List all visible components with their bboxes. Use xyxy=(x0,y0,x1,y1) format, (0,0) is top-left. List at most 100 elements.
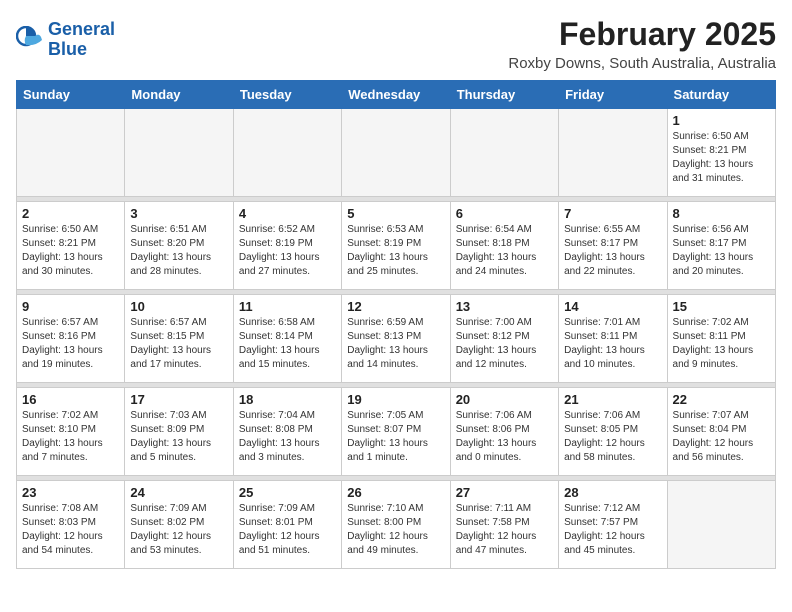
calendar-cell: 16 Sunrise: 7:02 AM Sunset: 8:10 PM Dayli… xyxy=(17,388,125,476)
calendar-cell: 17Sunrise: 7:03 AM Sunset: 8:09 PM Dayli… xyxy=(125,388,233,476)
weekday-header-friday: Friday xyxy=(559,81,667,109)
logo: General Blue xyxy=(16,20,115,60)
week-row-5: 23Sunrise: 7:08 AM Sunset: 8:03 PM Dayli… xyxy=(17,481,776,569)
calendar-cell: 18 Sunrise: 7:04 AM Sunset: 8:08 PM Dayli… xyxy=(233,388,341,476)
day-number: 15 xyxy=(673,299,770,314)
day-number: 6 xyxy=(456,206,553,221)
title-area: February 2025 Roxby Downs, South Austral… xyxy=(508,16,776,72)
calendar-cell: 1 Sunrise: 6:50 AM Sunset: 8:21 PM Daylig… xyxy=(667,109,775,197)
calendar-cell: 27Sunrise: 7:11 AM Sunset: 7:58 PM Dayli… xyxy=(450,481,558,569)
day-info: Sunrise: 7:02 AM Sunset: 8:11 PM Dayligh… xyxy=(673,316,770,372)
calendar-cell: 3 Sunrise: 6:51 AM Sunset: 8:20 PM Daylig… xyxy=(125,202,233,290)
day-info: Sunrise: 6:59 AM Sunset: 8:13 PM Dayligh… xyxy=(347,316,444,372)
day-number: 24 xyxy=(130,485,227,500)
day-info: Sunrise: 7:07 AM Sunset: 8:04 PM Dayligh… xyxy=(673,409,770,465)
day-info: Sunrise: 7:01 AM Sunset: 8:11 PM Dayligh… xyxy=(564,316,661,372)
day-number: 8 xyxy=(673,206,770,221)
day-info: Sunrise: 7:02 AM Sunset: 8:10 PM Dayligh… xyxy=(22,409,119,465)
weekday-header-wednesday: Wednesday xyxy=(342,81,450,109)
day-number: 3 xyxy=(130,206,227,221)
calendar-cell: 21 Sunrise: 7:06 AM Sunset: 8:05 PM Dayli… xyxy=(559,388,667,476)
week-row-2: 2 Sunrise: 6:50 AM Sunset: 8:21 PM Daylig… xyxy=(17,202,776,290)
weekday-header-sunday: Sunday xyxy=(17,81,125,109)
day-info: Sunrise: 6:51 AM Sunset: 8:20 PM Dayligh… xyxy=(130,223,227,279)
day-number: 13 xyxy=(456,299,553,314)
calendar-cell: 11 Sunrise: 6:58 AM Sunset: 8:14 PM Dayli… xyxy=(233,295,341,383)
day-info: Sunrise: 6:56 AM Sunset: 8:17 PM Dayligh… xyxy=(673,223,770,279)
day-number: 17 xyxy=(130,392,227,407)
week-row-3: 9 Sunrise: 6:57 AM Sunset: 8:16 PM Daylig… xyxy=(17,295,776,383)
day-number: 19 xyxy=(347,392,444,407)
day-number: 10 xyxy=(130,299,227,314)
page-header: General Blue February 2025 Roxby Downs, … xyxy=(16,16,776,72)
day-info: Sunrise: 7:09 AM Sunset: 8:02 PM Dayligh… xyxy=(130,502,227,558)
day-info: Sunrise: 7:12 AM Sunset: 7:57 PM Dayligh… xyxy=(564,502,661,558)
calendar-cell: 12 Sunrise: 6:59 AM Sunset: 8:13 PM Dayli… xyxy=(342,295,450,383)
location-title: Roxby Downs, South Australia, Australia xyxy=(508,55,776,72)
calendar-table: SundayMondayTuesdayWednesdayThursdayFrid… xyxy=(16,80,776,569)
week-row-4: 16 Sunrise: 7:02 AM Sunset: 8:10 PM Dayli… xyxy=(17,388,776,476)
day-number: 7 xyxy=(564,206,661,221)
calendar-cell: 25Sunrise: 7:09 AM Sunset: 8:01 PM Dayli… xyxy=(233,481,341,569)
day-number: 14 xyxy=(564,299,661,314)
day-number: 26 xyxy=(347,485,444,500)
weekday-header-monday: Monday xyxy=(125,81,233,109)
day-info: Sunrise: 7:06 AM Sunset: 8:06 PM Dayligh… xyxy=(456,409,553,465)
day-number: 18 xyxy=(239,392,336,407)
week-row-1: 1 Sunrise: 6:50 AM Sunset: 8:21 PM Daylig… xyxy=(17,109,776,197)
day-number: 20 xyxy=(456,392,553,407)
day-info: Sunrise: 7:05 AM Sunset: 8:07 PM Dayligh… xyxy=(347,409,444,465)
day-info: Sunrise: 7:00 AM Sunset: 8:12 PM Dayligh… xyxy=(456,316,553,372)
calendar-cell xyxy=(17,109,125,197)
day-info: Sunrise: 6:55 AM Sunset: 8:17 PM Dayligh… xyxy=(564,223,661,279)
calendar-cell: 15 Sunrise: 7:02 AM Sunset: 8:11 PM Dayli… xyxy=(667,295,775,383)
weekday-header-saturday: Saturday xyxy=(667,81,775,109)
day-number: 28 xyxy=(564,485,661,500)
calendar-cell xyxy=(342,109,450,197)
day-info: Sunrise: 7:09 AM Sunset: 8:01 PM Dayligh… xyxy=(239,502,336,558)
day-number: 11 xyxy=(239,299,336,314)
calendar-cell xyxy=(450,109,558,197)
day-number: 12 xyxy=(347,299,444,314)
day-number: 16 xyxy=(22,392,119,407)
calendar-cell: 28 Sunrise: 7:12 AM Sunset: 7:57 PM Dayli… xyxy=(559,481,667,569)
calendar-cell: 23Sunrise: 7:08 AM Sunset: 8:03 PM Dayli… xyxy=(17,481,125,569)
calendar-cell: 24 Sunrise: 7:09 AM Sunset: 8:02 PM Dayli… xyxy=(125,481,233,569)
logo-text: General Blue xyxy=(48,20,115,60)
day-info: Sunrise: 6:54 AM Sunset: 8:18 PM Dayligh… xyxy=(456,223,553,279)
calendar-cell: 26 Sunrise: 7:10 AM Sunset: 8:00 PM Dayli… xyxy=(342,481,450,569)
calendar-cell xyxy=(667,481,775,569)
month-title: February 2025 xyxy=(508,16,776,53)
calendar-cell: 7 Sunrise: 6:55 AM Sunset: 8:17 PM Daylig… xyxy=(559,202,667,290)
calendar-cell: 20 Sunrise: 7:06 AM Sunset: 8:06 PM Dayli… xyxy=(450,388,558,476)
day-info: Sunrise: 7:06 AM Sunset: 8:05 PM Dayligh… xyxy=(564,409,661,465)
day-info: Sunrise: 6:58 AM Sunset: 8:14 PM Dayligh… xyxy=(239,316,336,372)
calendar-cell: 10 Sunrise: 6:57 AM Sunset: 8:15 PM Dayli… xyxy=(125,295,233,383)
day-info: Sunrise: 6:57 AM Sunset: 8:16 PM Dayligh… xyxy=(22,316,119,372)
weekday-header-thursday: Thursday xyxy=(450,81,558,109)
day-number: 5 xyxy=(347,206,444,221)
day-info: Sunrise: 7:04 AM Sunset: 8:08 PM Dayligh… xyxy=(239,409,336,465)
day-info: Sunrise: 6:57 AM Sunset: 8:15 PM Dayligh… xyxy=(130,316,227,372)
day-number: 21 xyxy=(564,392,661,407)
calendar-cell: 5 Sunrise: 6:53 AM Sunset: 8:19 PM Daylig… xyxy=(342,202,450,290)
day-number: 4 xyxy=(239,206,336,221)
day-number: 2 xyxy=(22,206,119,221)
calendar-cell: 6 Sunrise: 6:54 AM Sunset: 8:18 PM Daylig… xyxy=(450,202,558,290)
day-info: Sunrise: 6:52 AM Sunset: 8:19 PM Dayligh… xyxy=(239,223,336,279)
calendar-cell: 22Sunrise: 7:07 AM Sunset: 8:04 PM Dayli… xyxy=(667,388,775,476)
day-number: 23 xyxy=(22,485,119,500)
day-info: Sunrise: 6:50 AM Sunset: 8:21 PM Dayligh… xyxy=(673,130,770,186)
day-number: 1 xyxy=(673,113,770,128)
day-info: Sunrise: 6:53 AM Sunset: 8:19 PM Dayligh… xyxy=(347,223,444,279)
calendar-cell: 8 Sunrise: 6:56 AM Sunset: 8:17 PM Daylig… xyxy=(667,202,775,290)
calendar-cell xyxy=(125,109,233,197)
day-info: Sunrise: 7:10 AM Sunset: 8:00 PM Dayligh… xyxy=(347,502,444,558)
calendar-cell: 14 Sunrise: 7:01 AM Sunset: 8:11 PM Dayli… xyxy=(559,295,667,383)
calendar-cell xyxy=(233,109,341,197)
day-number: 9 xyxy=(22,299,119,314)
weekday-header-row: SundayMondayTuesdayWednesdayThursdayFrid… xyxy=(17,81,776,109)
day-number: 27 xyxy=(456,485,553,500)
calendar-cell: 19 Sunrise: 7:05 AM Sunset: 8:07 PM Dayli… xyxy=(342,388,450,476)
day-info: Sunrise: 6:50 AM Sunset: 8:21 PM Dayligh… xyxy=(22,223,119,279)
